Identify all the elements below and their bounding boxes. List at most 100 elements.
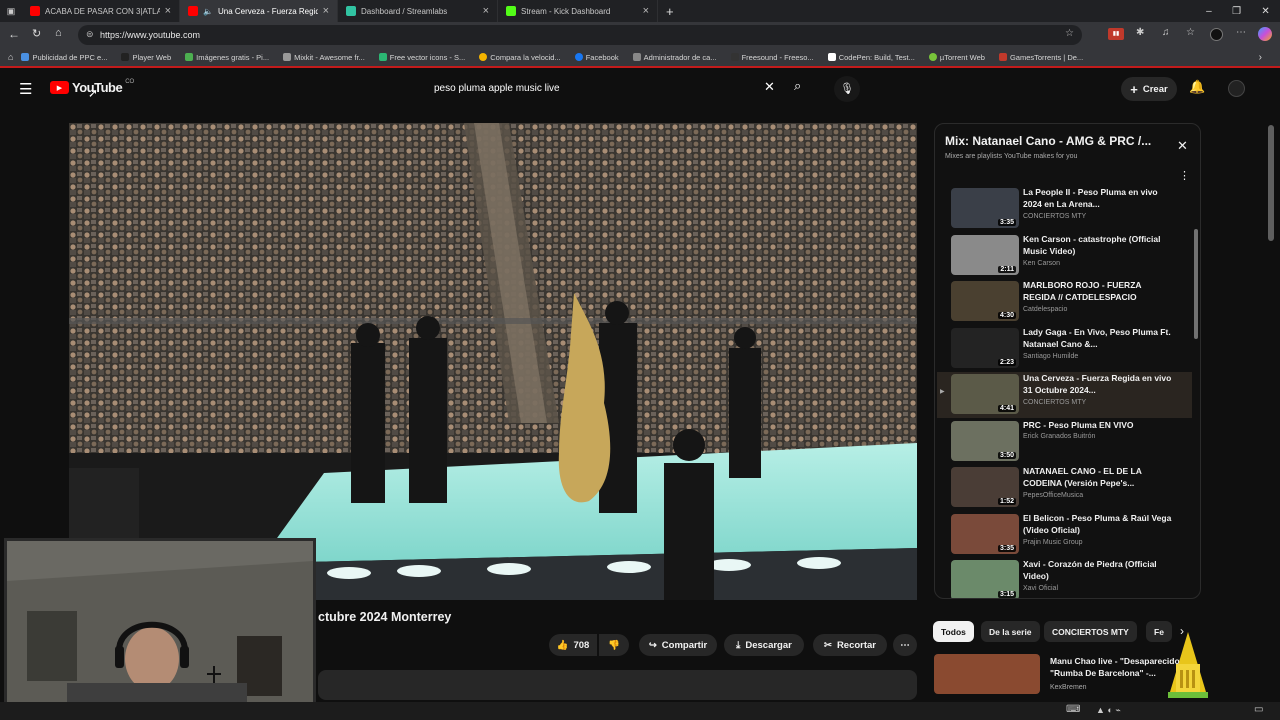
page-scrollbar[interactable] <box>1268 125 1274 241</box>
video-thumbnail: 2:23 <box>951 328 1019 368</box>
close-tab-icon[interactable]: × <box>483 5 489 17</box>
playlist-item[interactable]: 3:35 El Belicon - Peso Pluma & Raúl Vega… <box>937 512 1192 558</box>
location-pin-icon <box>479 53 488 61</box>
plus-icon: + <box>1130 81 1138 97</box>
more-bookmarks-icon[interactable]: › <box>1259 52 1262 63</box>
minimize-icon[interactable]: – <box>1206 6 1212 17</box>
bookmark-item[interactable]: Free vector icons - S... <box>378 53 465 62</box>
bookmark-item[interactable]: Compara la velocid... <box>479 53 561 62</box>
bookmark-item[interactable]: Player Web <box>121 53 171 62</box>
home-icon[interactable]: ⌂ <box>55 27 62 39</box>
bookmark-star-icon[interactable]: ☆ <box>1065 28 1074 39</box>
playlist-title[interactable]: Mix: Natanael Cano - AMG & PRC /... <box>945 134 1165 148</box>
dislike-button[interactable]: 👎 <box>599 634 629 656</box>
close-tab-icon[interactable]: × <box>165 5 171 17</box>
site-info-icon[interactable]: ⊜ <box>86 29 94 40</box>
hamburger-menu-icon[interactable]: ☰ <box>19 80 32 98</box>
like-button[interactable]: 👍 708 <box>549 634 597 656</box>
video-thumbnail: 2:11 <box>951 235 1019 275</box>
video-thumbnail: 4:30 <box>951 281 1019 321</box>
chip-conciertos-mty[interactable]: CONCIERTOS MTY <box>1044 621 1137 642</box>
system-tray-icons[interactable]: ▲ ◐ ⌁ <box>1096 705 1121 716</box>
media-control-icon[interactable]: ♫ <box>1162 27 1170 38</box>
tab-label: Stream - Kick Dashboard <box>521 6 611 16</box>
maximize-icon[interactable]: ❐ <box>1232 6 1241 17</box>
playlist-item-current[interactable]: ▶ 4:41 Una Cerveza - Fuerza Regida en vi… <box>937 372 1192 418</box>
profile-avatar[interactable] <box>1210 28 1223 41</box>
bookmark-item[interactable]: GamesTorrents | De... <box>998 53 1083 62</box>
download-icon: ⤓ <box>736 639 741 651</box>
playlist-item[interactable]: 1:52 NATANAEL CANO - EL DE LA CODEINA (V… <box>937 465 1192 511</box>
bookmark-item[interactable]: Facebook <box>574 53 619 62</box>
new-tab-icon[interactable]: + <box>666 4 674 19</box>
bookmark-item[interactable]: Mixkit - Awesome fr... <box>283 53 365 62</box>
kick-favicon-icon <box>506 6 516 16</box>
playlist-item[interactable]: 2:23 Lady Gaga - En Vivo, Peso Pluma Ft.… <box>937 326 1192 372</box>
clear-search-icon[interactable]: ✕ <box>764 79 775 95</box>
bookmark-icon <box>21 53 30 61</box>
reload-icon[interactable]: ↻ <box>32 27 41 40</box>
streamlabs-favicon-icon <box>346 6 356 16</box>
bookmark-icon <box>998 53 1007 61</box>
extension-icon[interactable]: ▮▮ <box>1108 28 1124 40</box>
bookmark-item[interactable]: µTorrent Web <box>928 53 985 62</box>
video-thumbnail: 3:15 <box>951 560 1019 598</box>
bookmark-item[interactable]: Freesound - Freeso... <box>730 53 814 62</box>
browser-tab[interactable]: Stream - Kick Dashboard × <box>498 0 658 22</box>
back-icon[interactable]: ← <box>8 27 20 41</box>
recommendation-item[interactable]: Manu Chao live - "Desaparecido & "Rumba … <box>934 654 1204 698</box>
voice-search-icon[interactable]: 🎙 <box>834 76 860 102</box>
notifications-bell-icon[interactable]: 🔔 <box>1189 79 1205 95</box>
copilot-icon[interactable] <box>1258 27 1272 41</box>
close-window-icon[interactable]: ✕ <box>1261 6 1269 17</box>
url-bar[interactable]: ⊜ https://www.youtube.com ☆ <box>78 25 1082 45</box>
bookmark-item[interactable]: Imágenes gratis - Pi... <box>185 53 269 62</box>
download-button[interactable]: ⤓ Descargar <box>724 634 804 656</box>
playlist-item[interactable]: 3:15 Xavi - Corazón de Piedra (Official … <box>937 558 1192 598</box>
bookmark-item[interactable]: CodePen: Build, Test... <box>827 53 915 62</box>
playlist-menu-icon[interactable]: ⋮ <box>1179 169 1190 182</box>
favorites-icon[interactable]: ☆ <box>1186 27 1195 38</box>
description-box[interactable] <box>318 670 917 700</box>
mouse-cursor-icon: ➚ <box>88 86 99 100</box>
chip-de-la-serie[interactable]: De la serie <box>981 621 1040 642</box>
bookmark-icon <box>283 53 292 61</box>
playlist-item[interactable]: 4:30 MARLBORO ROJO - FUERZA REGIDA // CA… <box>937 279 1192 325</box>
chip-todos[interactable]: Todos <box>933 621 974 642</box>
browser-tab[interactable]: Dashboard / Streamlabs × <box>338 0 498 22</box>
clip-button[interactable]: ✂ Recortar <box>813 634 887 656</box>
playlist-item[interactable]: 3:50 PRC - Peso Pluma EN VIVO Erick Gran… <box>937 419 1192 465</box>
favorites-folder-icon[interactable]: ⌂ <box>8 52 13 62</box>
speaker-icon[interactable]: 🔈 <box>203 7 213 16</box>
playlist-scrollbar[interactable] <box>1194 229 1198 339</box>
browser-tab-strip: ▣ ACABA DE PASAR CON 3|ATLAS × 🔈 Una Cer… <box>0 0 1280 22</box>
search-input[interactable]: peso pluma apple music live ✕ <box>424 75 788 101</box>
utorrent-icon <box>928 53 937 61</box>
account-avatar[interactable] <box>1228 80 1245 97</box>
playlist-item[interactable]: 3:35 La People II - Peso Pluma en vivo 2… <box>937 186 1192 232</box>
browser-menu-dots-icon[interactable]: ⋯ <box>1236 27 1246 38</box>
bookmark-item[interactable]: Publicidad de PPC e... <box>21 53 107 62</box>
extensions-puzzle-icon[interactable]: ✱ <box>1136 27 1144 38</box>
notification-center-icon[interactable]: ▭ <box>1254 704 1263 715</box>
search-icon[interactable]: ⌕ <box>794 78 801 94</box>
browser-menu-icon[interactable]: ▣ <box>0 6 22 17</box>
bookmarks-bar: ⌂ Publicidad de PPC e... Player Web Imág… <box>0 48 1280 68</box>
video-player[interactable] <box>69 123 917 600</box>
more-actions-button[interactable]: ⋯ <box>893 634 917 656</box>
youtube-favicon-icon <box>30 6 40 16</box>
close-tab-icon[interactable]: × <box>323 5 329 17</box>
tab-label: ACABA DE PASAR CON 3|ATLAS <box>45 6 160 16</box>
bookmark-icon <box>378 53 387 61</box>
close-tab-icon[interactable]: × <box>643 5 649 17</box>
more-dots-icon: ⋯ <box>900 639 910 651</box>
close-playlist-icon[interactable]: ✕ <box>1177 138 1188 154</box>
browser-tab[interactable]: ACABA DE PASAR CON 3|ATLAS × <box>22 0 180 22</box>
playlist-item[interactable]: 2:11 Ken Carson - catastrophe (Official … <box>937 233 1192 279</box>
share-button[interactable]: ↪ Compartir <box>639 634 717 656</box>
create-button[interactable]: + Crear <box>1121 77 1177 101</box>
keyboard-icon[interactable]: ⌨ <box>1066 704 1080 715</box>
browser-tab-active[interactable]: 🔈 Una Cerveza - Fuerza Regid × <box>180 0 338 22</box>
bookmark-item[interactable]: Administrador de ca... <box>632 53 717 62</box>
thumbs-down-icon: 👎 <box>608 639 620 651</box>
